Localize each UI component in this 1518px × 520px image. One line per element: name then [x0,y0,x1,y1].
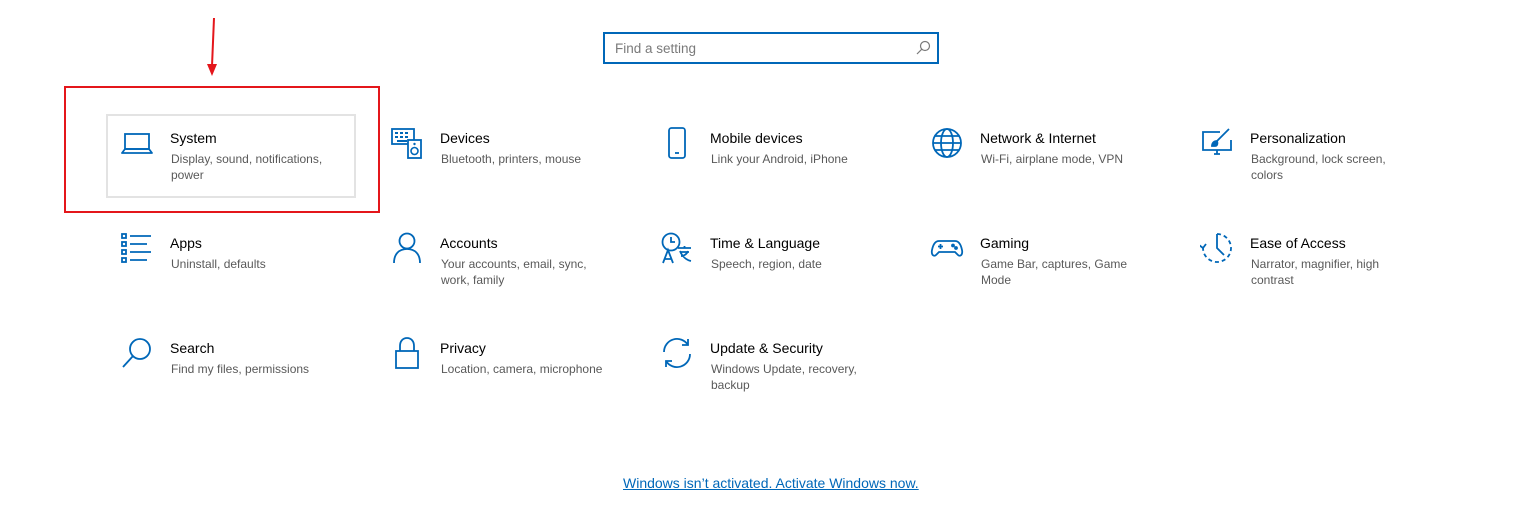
person-icon [390,231,424,265]
tile-title: Devices [440,130,490,146]
tile-title: Privacy [440,340,486,356]
tile-description: Display, sound, notifications, power [171,152,323,182]
tile-title: Ease of Access [1250,235,1346,251]
paintbrush-icon [1200,126,1234,160]
tile-network-internet[interactable]: Network & Internet Wi-Fi, airplane mode,… [916,114,1166,198]
tile-description: Background, lock screen, colors [1251,152,1386,182]
tile-update-security[interactable]: Update & Security Windows Update, recove… [646,324,896,408]
tile-gaming[interactable]: Gaming Game Bar, captures, Game Mode [916,219,1166,303]
activate-windows-link[interactable]: Windows isn’t activated. Activate Window… [623,475,919,491]
globe-icon [930,126,964,160]
time-language-icon [660,231,694,265]
tile-title: System [170,130,217,146]
sync-icon [660,336,694,370]
search-magnifier-icon[interactable] [915,40,931,56]
tile-privacy[interactable]: Privacy Location, camera, microphone [376,324,626,408]
tile-description: Windows Update, recovery, backup [711,362,857,392]
tile-description: Find my files, permissions [171,362,310,376]
gamepad-icon [930,231,964,265]
tile-apps[interactable]: Apps Uninstall, defaults [106,219,356,303]
devices-icon [390,126,424,160]
tile-title: Search [170,340,215,356]
tile-title: Personalization [1250,130,1346,146]
tile-title: Network & Internet [980,130,1096,146]
phone-icon [660,126,694,160]
tile-devices[interactable]: Devices Bluetooth, printers, mouse [376,114,626,198]
tile-title: Accounts [440,235,498,251]
tile-description: Narrator, magnifier, high contrast [1251,257,1380,287]
apps-list-icon [120,231,154,265]
settings-search-box[interactable] [603,32,939,64]
tile-system[interactable]: System Display, sound, notifications, po… [106,114,356,198]
tile-description: Uninstall, defaults [171,257,266,271]
search-input[interactable] [615,34,905,62]
tile-personalization[interactable]: Personalization Background, lock screen,… [1186,114,1436,198]
tile-time-language[interactable]: Time & Language Speech, region, date [646,219,896,303]
tile-description: Your accounts, email, sync, work, family [441,257,587,287]
tile-title: Apps [170,235,202,251]
annotation-arrow-icon [207,18,217,76]
tile-description: Bluetooth, printers, mouse [441,152,582,166]
tile-description: Link your Android, iPhone [711,152,848,166]
laptop-icon [120,126,154,160]
tile-ease-of-access[interactable]: Ease of Access Narrator, magnifier, high… [1186,219,1436,303]
tile-title: Gaming [980,235,1030,251]
tile-search[interactable]: Search Find my files, permissions [106,324,356,408]
search-icon [120,336,154,370]
tile-title: Update & Security [710,340,823,356]
tile-description: Game Bar, captures, Game Mode [981,257,1128,287]
ease-of-access-icon [1200,231,1234,265]
tile-description: Location, camera, microphone [441,362,603,376]
tile-mobile-devices[interactable]: Mobile devices Link your Android, iPhone [646,114,896,198]
tile-title: Mobile devices [710,130,803,146]
tile-description: Speech, region, date [711,257,822,271]
tile-description: Wi-Fi, airplane mode, VPN [981,152,1124,166]
lock-icon [390,336,424,370]
tile-title: Time & Language [710,235,820,251]
tile-accounts[interactable]: Accounts Your accounts, email, sync, wor… [376,219,626,303]
